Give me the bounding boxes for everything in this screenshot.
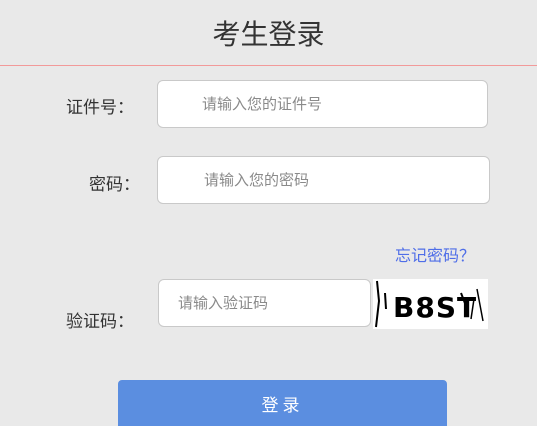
captcha-noise-line <box>384 292 387 310</box>
login-button[interactable]: 登录 <box>118 380 447 426</box>
captcha-text: B8ST <box>393 291 477 324</box>
captcha-label: 验证码： <box>66 312 134 332</box>
captcha-image[interactable]: B8ST <box>373 279 488 329</box>
password-label: 密码： <box>89 175 140 195</box>
page-title: 考生登录 <box>0 0 537 66</box>
captcha-svg: B8ST <box>373 279 488 329</box>
password-input[interactable] <box>157 156 490 204</box>
id-number-label: 证件号： <box>66 98 134 118</box>
forgot-password-link[interactable]: 忘记密码？ <box>395 242 475 266</box>
id-number-input[interactable] <box>157 80 488 128</box>
captcha-input[interactable] <box>158 279 371 327</box>
